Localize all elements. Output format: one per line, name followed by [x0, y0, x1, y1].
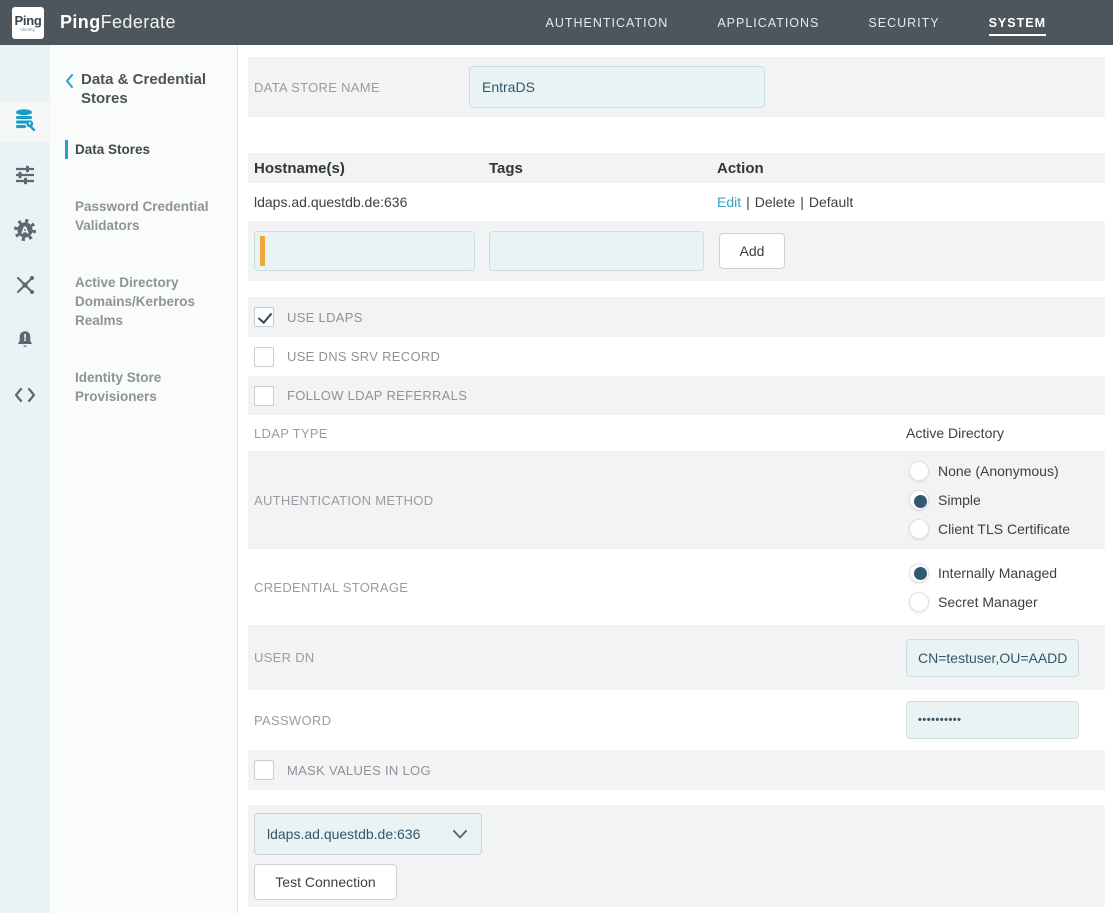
- main-content: DATA STORE NAME Hostname(s) Tags Action …: [238, 45, 1113, 913]
- delete-link[interactable]: Delete: [755, 194, 795, 210]
- new-hostname-input[interactable]: [254, 231, 475, 271]
- use-dns-srv-checkbox[interactable]: [254, 347, 274, 367]
- new-tags-input[interactable]: [489, 231, 704, 271]
- radio-simple[interactable]: [909, 490, 929, 510]
- sidebar-back-link[interactable]: Data & Credential Stores: [65, 70, 224, 108]
- chevron-down-icon: [453, 830, 467, 839]
- edit-link[interactable]: Edit: [717, 194, 741, 210]
- radio-none-anonymous[interactable]: [909, 461, 929, 481]
- user-dn-row: USER DN: [248, 625, 1105, 690]
- svg-text:A: A: [21, 225, 29, 236]
- action-separator: |: [800, 194, 804, 210]
- logo-text: Ping: [15, 14, 42, 27]
- hosts-table-row: ldaps.ad.questdb.de:636 Edit | Delete | …: [248, 183, 1105, 221]
- default-link[interactable]: Default: [809, 194, 853, 210]
- top-header: Ping Identity. PingFederate AUTHENTICATI…: [0, 0, 1113, 45]
- chevron-left-icon: [65, 74, 74, 88]
- sidebar-section-title: Data & Credential Stores: [81, 70, 224, 108]
- follow-ldap-referrals-label: FOLLOW LDAP REFERRALS: [287, 388, 467, 403]
- mask-values-row: MASK VALUES IN LOG: [248, 750, 1105, 790]
- app-title-bold: Ping: [60, 12, 101, 32]
- nav-applications[interactable]: APPLICATIONS: [717, 10, 819, 36]
- radio-secret-manager[interactable]: [909, 592, 929, 612]
- use-dns-srv-label: USE DNS SRV RECORD: [287, 349, 440, 364]
- rail-item-code[interactable]: [0, 377, 50, 417]
- sidebar-item-ad-domains-kerberos-realms[interactable]: Active Directory Domains/Kerberos Realms: [65, 273, 224, 330]
- hostname-cell: ldaps.ad.questdb.de:636: [254, 194, 489, 210]
- ping-identity-logo: Ping Identity.: [12, 7, 44, 39]
- authentication-method-row: AUTHENTICATION METHOD None (Anonymous) S…: [248, 451, 1105, 549]
- ldap-type-label: LDAP TYPE: [254, 426, 906, 441]
- authentication-method-options: None (Anonymous) Simple Client TLS Certi…: [906, 457, 1070, 544]
- secondary-sidebar: Data & Credential Stores Data Stores Pas…: [50, 45, 238, 913]
- radio-none-anonymous-label: None (Anonymous): [938, 463, 1059, 479]
- svg-text:!: !: [23, 333, 27, 344]
- mask-values-label: MASK VALUES IN LOG: [287, 763, 431, 778]
- test-connection-section: ldaps.ad.questdb.de:636 Test Connection: [248, 805, 1105, 907]
- radio-simple-label: Simple: [938, 492, 981, 508]
- primary-nav: AUTHENTICATION APPLICATIONS SECURITY SYS…: [546, 0, 1046, 45]
- alerts-icon: !: [13, 328, 37, 357]
- user-dn-input[interactable]: [906, 639, 1079, 677]
- filters-icon: [13, 163, 37, 192]
- hostname-dropdown-value: ldaps.ad.questdb.de:636: [267, 826, 420, 842]
- data-stores-icon: [12, 107, 38, 138]
- radio-client-tls-certificate-label: Client TLS Certificate: [938, 521, 1070, 537]
- rail-item-filters[interactable]: [0, 157, 50, 197]
- follow-ldap-referrals-row: FOLLOW LDAP REFERRALS: [248, 376, 1105, 415]
- hostname-dropdown[interactable]: ldaps.ad.questdb.de:636: [254, 813, 482, 855]
- data-store-name-label: DATA STORE NAME: [254, 80, 469, 95]
- add-button[interactable]: Add: [719, 233, 785, 269]
- gear-a-icon: A: [12, 217, 38, 248]
- use-ldaps-row: USE LDAPS: [248, 297, 1105, 337]
- radio-client-tls-certificate[interactable]: [909, 519, 929, 539]
- test-connection-button[interactable]: Test Connection: [254, 864, 397, 900]
- column-action: Action: [717, 160, 1105, 177]
- action-separator: |: [746, 194, 750, 210]
- credential-storage-row: CREDENTIAL STORAGE Internally Managed Se…: [248, 549, 1105, 625]
- password-input[interactable]: [906, 701, 1079, 739]
- hosts-table-header: Hostname(s) Tags Action: [248, 153, 1105, 183]
- ldap-type-value: Active Directory: [906, 425, 1004, 441]
- ldap-type-row: LDAP TYPE Active Directory: [248, 415, 1105, 451]
- user-dn-label: USER DN: [254, 650, 906, 665]
- logo-subtext: Identity.: [20, 27, 35, 32]
- follow-ldap-referrals-checkbox[interactable]: [254, 386, 274, 406]
- data-store-name-input[interactable]: [469, 66, 765, 108]
- icon-rail: A: [0, 45, 50, 913]
- use-ldaps-label: USE LDAPS: [287, 310, 363, 325]
- app-title: PingFederate: [60, 12, 176, 33]
- radio-internally-managed-label: Internally Managed: [938, 565, 1057, 581]
- sidebar-item-data-stores[interactable]: Data Stores: [65, 140, 224, 159]
- sidebar-items: Data Stores Password Credential Validato…: [65, 140, 224, 406]
- use-ldaps-checkbox[interactable]: [254, 307, 274, 327]
- use-dns-srv-row: USE DNS SRV RECORD: [248, 337, 1105, 376]
- actions-cell: Edit | Delete | Default: [717, 194, 1105, 210]
- nav-authentication[interactable]: AUTHENTICATION: [546, 10, 669, 36]
- app-title-light: Federate: [101, 12, 176, 32]
- authentication-method-label: AUTHENTICATION METHOD: [254, 493, 906, 508]
- data-store-name-row: DATA STORE NAME: [248, 57, 1105, 117]
- password-label: PASSWORD: [254, 713, 906, 728]
- pingfederate-app: Ping Identity. PingFederate AUTHENTICATI…: [0, 0, 1113, 913]
- mask-values-checkbox[interactable]: [254, 760, 274, 780]
- column-tags: Tags: [489, 160, 717, 177]
- password-row: PASSWORD: [248, 690, 1105, 750]
- code-icon: [12, 384, 38, 411]
- nav-system[interactable]: SYSTEM: [989, 10, 1046, 36]
- sidebar-item-password-credential-validators[interactable]: Password Credential Validators: [65, 197, 224, 235]
- column-hostnames: Hostname(s): [254, 160, 489, 177]
- add-host-row: Add: [248, 221, 1105, 281]
- radio-internally-managed[interactable]: [909, 563, 929, 583]
- rail-item-alerts[interactable]: !: [0, 322, 50, 362]
- sidebar-item-identity-store-provisioners[interactable]: Identity Store Provisioners: [65, 368, 224, 406]
- rail-item-data-stores[interactable]: [0, 102, 50, 142]
- rail-item-gear-a[interactable]: A: [0, 212, 50, 252]
- credential-storage-options: Internally Managed Secret Manager: [906, 558, 1057, 616]
- rail-item-cluster[interactable]: [0, 267, 50, 307]
- nav-security[interactable]: SECURITY: [868, 10, 939, 36]
- credential-storage-label: CREDENTIAL STORAGE: [254, 580, 906, 595]
- radio-secret-manager-label: Secret Manager: [938, 594, 1038, 610]
- cluster-icon: [13, 273, 37, 302]
